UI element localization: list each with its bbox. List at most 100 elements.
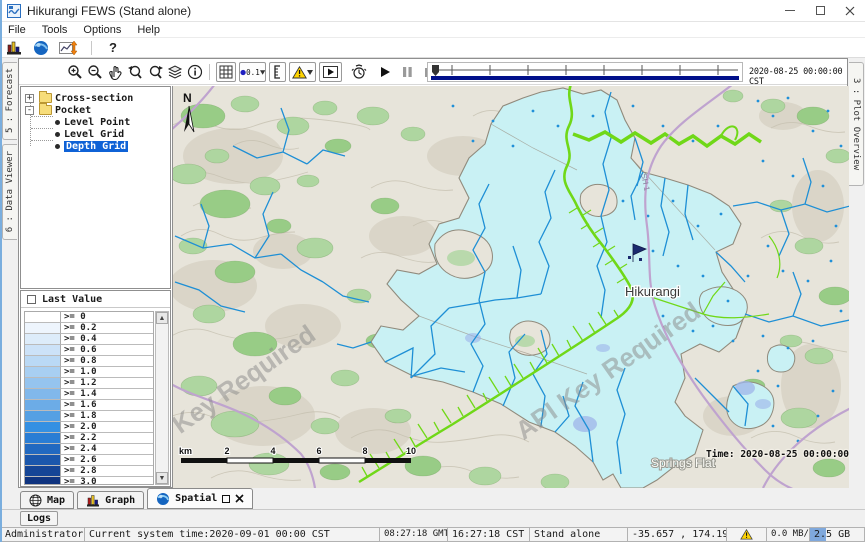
tab-graph[interactable]: Graph	[77, 491, 144, 509]
tab-plot-overview[interactable]: 3 : Plot Overview	[849, 62, 864, 186]
zoom-out-button[interactable]	[85, 62, 105, 82]
legend-value: >= 1.0	[61, 367, 153, 378]
layers-icon	[167, 64, 184, 80]
legend-title: Last Value	[42, 294, 102, 305]
menu-tools[interactable]: Tools	[42, 24, 68, 36]
expander-icon[interactable]: +	[25, 94, 34, 103]
zoom-in-button[interactable]	[65, 62, 85, 82]
tree-item-label: Level Grid	[64, 129, 124, 140]
maximize-button[interactable]	[805, 0, 835, 21]
scroll-up-button[interactable]: ▲	[156, 312, 168, 324]
window-border	[0, 0, 2, 542]
legend-row: >= 1.6	[25, 400, 153, 411]
zoom-previous-button[interactable]	[125, 62, 145, 82]
legend-swatch	[25, 378, 61, 389]
tree-item-depth-grid[interactable]: Depth Grid	[55, 140, 128, 152]
window-title: Hikurangi FEWS (Stand alone)	[27, 4, 191, 18]
scale-tick: 4	[270, 446, 275, 456]
layers-button[interactable]	[165, 62, 185, 82]
legend-value: >= 1.8	[61, 411, 153, 422]
legend-swatch	[25, 455, 61, 466]
time-slider-thumb[interactable]	[432, 65, 439, 76]
tab-data-viewer[interactable]: 6 : Data Viewer	[2, 144, 17, 240]
play-button[interactable]	[375, 62, 395, 82]
status-local-time: 16:27:18 CST	[448, 527, 530, 542]
minimize-icon	[785, 10, 795, 11]
legend-row: >= 1.4	[25, 389, 153, 400]
legend-swatch	[25, 411, 61, 422]
close-button[interactable]	[835, 0, 865, 21]
status-transfer-rate: 0.0 MB/s	[767, 527, 810, 542]
animation-timer-button[interactable]	[349, 62, 369, 82]
legend-value: >= 0.2	[61, 323, 153, 334]
tree-item-level-grid[interactable]: Level Grid	[55, 128, 124, 140]
menu-options[interactable]: Options	[83, 24, 121, 36]
scale-unit: km	[179, 446, 192, 456]
tab-label: Map	[47, 495, 65, 506]
database-viewer-icon[interactable]	[6, 40, 23, 56]
threshold-value: 0.1	[246, 68, 260, 77]
legend-swatch	[25, 444, 61, 455]
help-button[interactable]: ?	[105, 40, 121, 55]
maximize-icon	[816, 6, 825, 15]
status-bar: Administrator Current system time:2020-0…	[0, 527, 865, 542]
legend-swatch	[25, 477, 61, 485]
globe-icon[interactable]	[33, 40, 49, 56]
zoom-next-button[interactable]	[145, 62, 165, 82]
threshold-interval-select[interactable]: 0.1	[239, 62, 266, 82]
tree-item-level-point[interactable]: Level Point	[55, 116, 130, 128]
minimize-button[interactable]	[775, 0, 805, 21]
map-canvas[interactable]: API Key Required API Key Required Hikura…	[173, 86, 849, 488]
tab-forecast[interactable]: 5 : Forecast	[2, 62, 17, 140]
legend-panel: Last Value >= 0 >= 0.2 >= 0.4 >= 0.6 >= …	[20, 290, 171, 487]
scale-tick: 10	[406, 446, 416, 456]
thresholds-warning-button[interactable]	[289, 62, 316, 82]
restore-panel-icon[interactable]	[222, 495, 230, 503]
info-button[interactable]	[185, 62, 205, 82]
close-panel-icon[interactable]	[235, 494, 244, 503]
info-icon	[187, 64, 203, 80]
timeseries-display-icon[interactable]	[59, 40, 78, 56]
animation-dialog-button[interactable]	[319, 62, 342, 82]
zoom-next-icon	[147, 64, 164, 80]
time-slider[interactable]	[427, 62, 743, 82]
data-viewer-panel: 0.1	[18, 58, 848, 488]
legend-row: >= 1.0	[25, 367, 153, 378]
tab-spatial[interactable]: Spatial	[147, 488, 253, 509]
status-warning[interactable]	[727, 527, 767, 542]
grid-display-button[interactable]	[216, 62, 236, 82]
legend-value: >= 0.8	[61, 356, 153, 367]
svg-text:N: N	[183, 91, 192, 105]
longitudinal-profile-button[interactable]	[269, 62, 286, 82]
tab-map[interactable]: Map	[20, 491, 74, 509]
tree-item-pocket[interactable]: - Pocket	[25, 104, 91, 116]
explorer-tree: + Cross-section - Pocket Level Point Lev…	[20, 86, 171, 289]
legend-swatch	[25, 400, 61, 411]
menu-help[interactable]: Help	[137, 24, 160, 36]
logs-button[interactable]: Logs	[20, 511, 58, 526]
pause-button[interactable]	[397, 62, 417, 82]
tab-label: Graph	[105, 495, 135, 506]
legend-value: >= 1.4	[61, 389, 153, 400]
legend-row: >= 2.0	[25, 422, 153, 433]
legend-swatch	[25, 433, 61, 444]
zoom-previous-icon	[127, 64, 144, 80]
scale-tick: 2	[224, 446, 229, 456]
legend-value: >= 2.4	[61, 444, 153, 455]
pan-button[interactable]	[105, 62, 125, 82]
legend-header: Last Value	[21, 291, 170, 308]
status-gmt-time: 08:27:18 GMT	[380, 527, 448, 542]
legend-value: >= 0	[61, 312, 153, 323]
legend-swatch	[25, 345, 61, 356]
map-view[interactable]: API Key Required API Key Required Hikura…	[172, 86, 849, 488]
last-value-checkbox[interactable]	[27, 295, 36, 304]
tree-connector	[31, 116, 53, 117]
boxed-play-icon	[323, 66, 338, 78]
scroll-down-button[interactable]: ▼	[156, 472, 168, 484]
menu-file[interactable]: File	[8, 24, 26, 36]
pause-icon	[402, 66, 413, 78]
expander-icon[interactable]: -	[25, 106, 34, 115]
wire-globe-icon	[29, 494, 42, 507]
folder-icon	[39, 93, 52, 103]
legend-scrollbar[interactable]: ▲ ▼	[155, 311, 169, 485]
